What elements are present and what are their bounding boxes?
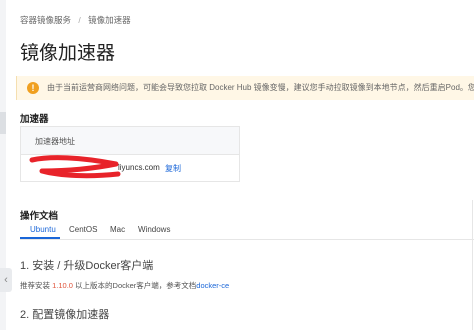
docker-ce-link[interactable]: docker-ce [196,281,229,290]
tab-windows[interactable]: Windows [138,225,170,234]
tab-centos[interactable]: CentOS [69,225,97,234]
step1-middle: 以上版本的Docker客户端，参考文档 [72,281,197,290]
tab-ubuntu[interactable]: Ubuntu [30,225,56,234]
step1-prefix: 推荐安装 [20,281,53,290]
step1-description: 推荐安装 1.10.0 以上版本的Docker客户端，参考文档docker-ce [20,280,229,291]
step1-title: 1. 安装 / 升级Docker客户端 [20,260,154,272]
step1-version: 1.10.0 [52,281,73,290]
step2-title: 2. 配置镜像加速器 [20,309,110,321]
active-tab-indicator [20,237,60,239]
docs-section-label: 操作文档 [20,211,59,222]
os-tabs: Ubuntu CentOS Mac Windows [20,222,474,240]
accelerator-url: liyuncs.com [118,163,160,172]
right-divider [472,200,473,330]
copy-link[interactable]: 复制 [165,163,181,174]
tab-mac[interactable]: Mac [110,225,125,234]
